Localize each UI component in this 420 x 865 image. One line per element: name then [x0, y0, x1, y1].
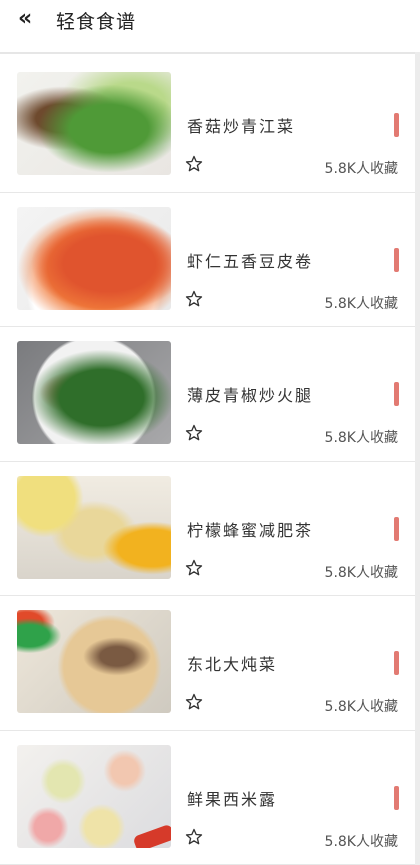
- favorite-count: 5.8K人收藏: [324, 161, 398, 177]
- back-icon[interactable]: «: [18, 8, 44, 34]
- accent-marker: [394, 651, 399, 675]
- recipe-name[interactable]: 鲜果西米露: [187, 786, 277, 810]
- star-icon[interactable]: [184, 289, 204, 309]
- star-icon[interactable]: [184, 558, 204, 578]
- recipe-list: 香菇炒青江菜 5.8K人收藏 虾仁五香豆皮卷 5.8K人收藏 薄皮青椒炒火腿 5…: [0, 58, 415, 865]
- page-title: 轻食食谱: [56, 11, 137, 33]
- recipe-name[interactable]: 虾仁五香豆皮卷: [187, 248, 313, 272]
- star-icon[interactable]: [184, 154, 204, 174]
- recipe-thumbnail[interactable]: [17, 610, 171, 713]
- favorite-count: 5.8K人收藏: [324, 295, 398, 312]
- recipe-item[interactable]: 薄皮青椒炒火腿 5.8K人收藏: [0, 327, 415, 462]
- header-divider: [0, 52, 420, 54]
- accent-marker: [394, 785, 399, 810]
- recipe-name[interactable]: 柠檬蜂蜜减肥茶: [187, 517, 313, 541]
- accent-marker: [394, 113, 399, 137]
- accent-marker: [394, 247, 399, 272]
- favorite-count: 5.8K人收藏: [324, 564, 398, 581]
- accent-marker: [394, 516, 399, 541]
- recipe-name[interactable]: 香菇炒青江菜: [187, 113, 295, 137]
- favorite-count: 5.8K人收藏: [324, 833, 398, 850]
- recipe-item[interactable]: 虾仁五香豆皮卷 5.8K人收藏: [0, 193, 415, 327]
- scrollbar[interactable]: [415, 52, 420, 865]
- favorite-count: 5.8K人收藏: [324, 430, 398, 446]
- recipe-item[interactable]: 东北大炖菜 5.8K人收藏: [0, 596, 415, 731]
- star-icon[interactable]: [184, 692, 204, 712]
- recipe-thumbnail[interactable]: [17, 72, 171, 175]
- fork-decoration: [132, 823, 171, 848]
- recipe-name[interactable]: 薄皮青椒炒火腿: [187, 382, 313, 406]
- recipe-thumbnail[interactable]: [17, 744, 171, 848]
- recipe-thumbnail[interactable]: [17, 341, 171, 444]
- favorite-count: 5.8K人收藏: [324, 699, 398, 715]
- recipe-thumbnail[interactable]: [17, 475, 171, 579]
- recipe-item[interactable]: 柠檬蜂蜜减肥茶 5.8K人收藏: [0, 462, 415, 596]
- recipe-name[interactable]: 东北大炖菜: [187, 651, 277, 675]
- star-icon[interactable]: [184, 423, 204, 443]
- accent-marker: [394, 382, 399, 406]
- recipe-thumbnail[interactable]: [17, 206, 171, 310]
- recipe-item[interactable]: 鲜果西米露 5.8K人收藏: [0, 731, 415, 865]
- app-header: « 轻食食谱: [0, 0, 420, 48]
- recipe-item[interactable]: 香菇炒青江菜 5.8K人收藏: [0, 58, 415, 193]
- star-icon[interactable]: [184, 827, 204, 847]
